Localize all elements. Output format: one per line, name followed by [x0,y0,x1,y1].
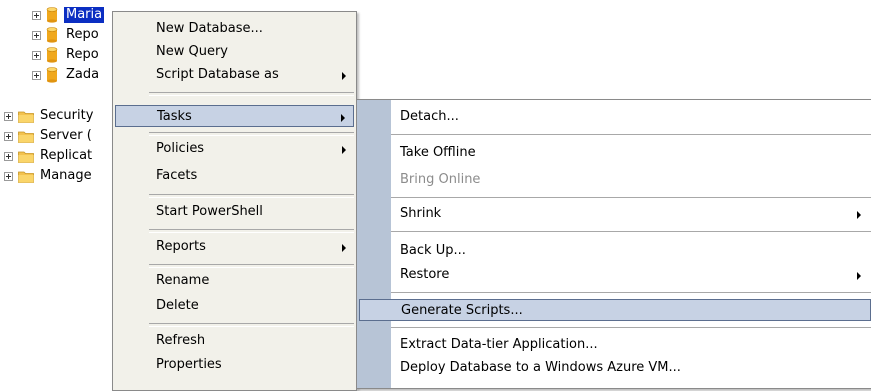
menu-item-delete[interactable]: Delete [113,295,356,317]
expand-icon[interactable] [32,30,41,40]
menu-item-properties[interactable]: Properties [113,354,356,376]
folder-icon [18,171,34,183]
menu-separator [391,292,871,296]
submenu-arrow-icon [857,272,861,280]
tree-node-replication[interactable]: Replicat [4,146,94,166]
menu-item-facets[interactable]: Facets [113,165,356,187]
tree-node-database[interactable]: Maria [32,5,105,25]
submenu-arrow-icon [342,72,346,80]
tree-node-label[interactable]: Security [38,108,95,124]
tree-node-label[interactable]: Maria [64,7,105,23]
menu-item-bring-online: Bring Online [400,172,481,187]
tree-node-database[interactable]: Repo [32,45,101,65]
submenu-arrow-icon [341,114,345,122]
expand-icon[interactable] [4,111,13,121]
folder-icon [18,131,34,143]
expand-icon[interactable] [32,70,41,80]
menu-item-shrink[interactable]: Shrink [357,203,871,225]
tree-node-management[interactable]: Manage [4,166,94,186]
tree-node-security[interactable]: Security [4,106,95,126]
tree-node-label[interactable]: Server ( [38,128,94,144]
tasks-submenu: Detach... Take Offline Bring Online Shri… [356,99,871,389]
menu-item-deploy-database-to-azure-vm[interactable]: Deploy Database to a Windows Azure VM... [357,357,871,379]
database-context-menu: New Database... New Query Script Databas… [112,11,357,391]
tree-node-label[interactable]: Zada [64,67,101,83]
menu-item-take-offline[interactable]: Take Offline [357,142,871,164]
menu-separator [391,327,871,331]
tree-node-server-objects[interactable]: Server ( [4,126,94,146]
menu-item-refresh[interactable]: Refresh [113,330,356,352]
menu-separator [149,229,354,233]
expand-icon[interactable] [32,50,41,60]
expand-icon[interactable] [32,10,41,20]
expand-icon[interactable] [4,171,13,181]
menu-item-policies[interactable]: Policies [113,138,356,160]
menu-separator [149,264,354,268]
menu-item-tasks[interactable]: Tasks [115,105,354,127]
submenu-arrow-icon [342,146,346,154]
tree-node-label[interactable]: Replicat [38,148,94,164]
menu-item-rename[interactable]: Rename [113,270,356,292]
tree-node-database[interactable]: Zada [32,65,101,85]
menu-item-new-database[interactable]: New Database... [113,18,356,40]
folder-icon [18,111,34,123]
menu-separator [149,132,354,136]
menu-item-script-database-as[interactable]: Script Database as [113,64,356,86]
tree-node-label[interactable]: Repo [64,47,101,63]
tree-node-label[interactable]: Repo [64,27,101,43]
database-icon [46,7,58,23]
menu-separator [149,194,354,198]
database-icon [46,47,58,63]
expand-icon[interactable] [4,131,13,141]
expand-icon[interactable] [4,151,13,161]
menu-separator [391,134,871,138]
folder-icon [18,151,34,163]
database-icon [46,27,58,43]
menu-item-back-up[interactable]: Back Up... [357,240,871,262]
menu-separator [149,323,354,327]
database-icon [46,67,58,83]
menu-item-generate-scripts[interactable]: Generate Scripts... [359,299,871,321]
menu-item-extract-data-tier-application[interactable]: Extract Data-tier Application... [357,334,871,356]
menu-item-reports[interactable]: Reports [113,236,356,258]
menu-item-start-powershell[interactable]: Start PowerShell [113,201,356,223]
tree-node-label[interactable]: Manage [38,168,94,184]
menu-item-restore[interactable]: Restore [357,264,871,286]
menu-item-detach[interactable]: Detach... [357,106,871,128]
tree-node-database[interactable]: Repo [32,25,101,45]
menu-item-new-query[interactable]: New Query [113,41,356,63]
submenu-arrow-icon [857,211,861,219]
menu-separator [149,92,354,96]
submenu-arrow-icon [342,244,346,252]
menu-separator [391,231,871,235]
menu-separator [391,197,871,201]
